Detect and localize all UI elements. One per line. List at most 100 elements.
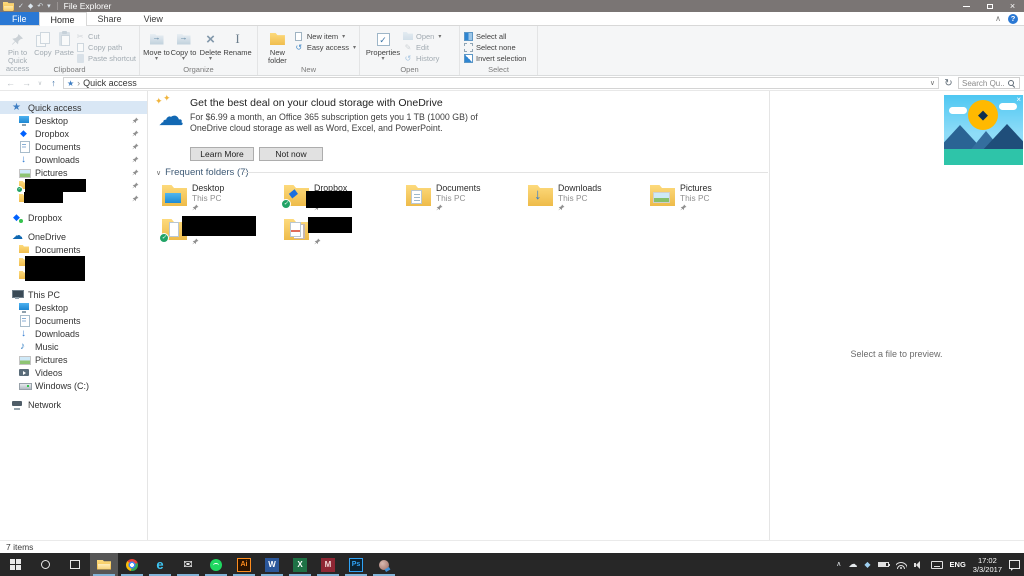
sidebar-item[interactable]: Music [0, 340, 147, 353]
sidebar-item[interactable]: Dropbox [0, 127, 147, 140]
onedrive-tray-icon[interactable]: ☁ [848, 553, 857, 576]
move-to-button[interactable]: Move to▾ [143, 28, 170, 62]
up-button[interactable]: ↑ [47, 78, 60, 88]
breadcrumb-location[interactable]: Quick access [83, 78, 137, 88]
not-now-button[interactable]: Not now [259, 147, 323, 161]
forward-button[interactable]: → [20, 78, 33, 88]
sidebar-item[interactable]: Documents [0, 243, 147, 256]
select-all-button[interactable]: Select all [463, 31, 526, 41]
battery-icon[interactable] [878, 562, 889, 567]
cut-button[interactable]: ✂Cut [75, 31, 136, 41]
history-button[interactable]: ↺History [403, 53, 441, 63]
tab-file[interactable]: File [0, 12, 39, 25]
tab-home[interactable]: Home [39, 12, 87, 26]
address-field[interactable]: ★ › Quick access ∨ [63, 77, 939, 89]
taskbar-app-button[interactable] [90, 553, 118, 576]
folder-tile[interactable]: Documents This PC [406, 182, 528, 215]
task-view-button[interactable] [60, 553, 90, 576]
folder-tile[interactable]: Downloads This PC [528, 182, 650, 215]
folder-tile[interactable]: Desktop This PC [162, 182, 284, 215]
maximize-button[interactable] [978, 0, 1001, 12]
folder-name: Downloads [558, 183, 602, 193]
sidebar-item[interactable]: Videos [0, 366, 147, 379]
sidebar-item[interactable]: Quick access [0, 101, 147, 114]
sidebar-item[interactable]: Desktop [0, 114, 147, 127]
help-icon[interactable]: ? [1008, 14, 1018, 24]
taskbar-app-button[interactable] [202, 553, 230, 576]
sidebar-item[interactable]: Downloads [0, 327, 147, 340]
clock[interactable]: 17:02 3/3/2017 [973, 556, 1002, 574]
frequent-folders-header[interactable]: ∨ Frequent folders (7) [156, 167, 249, 178]
folder-tile[interactable] [162, 216, 284, 249]
sidebar-item[interactable]: Pictures [0, 166, 147, 179]
properties-button[interactable]: ✓ Properties▾ [363, 28, 403, 62]
qat-new-folder-icon[interactable]: ◆ [28, 2, 33, 11]
ad-close-icon[interactable]: × [1016, 95, 1021, 104]
collapse-ribbon-icon[interactable]: ∧ [995, 14, 1001, 23]
sidebar-item[interactable]: Desktop [0, 301, 147, 314]
sidebar-item[interactable]: Windows (C:) [0, 379, 147, 392]
touch-keyboard-icon[interactable] [931, 561, 943, 569]
paste-shortcut-button[interactable]: Paste shortcut [75, 53, 136, 63]
copy-button[interactable]: Copy [32, 28, 53, 57]
copy-to-button[interactable]: Copy to▾ [170, 28, 197, 62]
search-box[interactable]: Search Qu... [958, 77, 1020, 89]
recent-locations-chevron[interactable]: ∨ [36, 80, 44, 87]
taskbar-app-button[interactable]: M [314, 553, 342, 576]
folder-tile[interactable]: Pictures This PC [650, 182, 772, 215]
select-none-button[interactable]: Select none [463, 42, 526, 52]
taskbar-app-button[interactable]: e [146, 553, 174, 576]
sidebar-item[interactable]: Network [0, 398, 147, 411]
folder-tile[interactable] [284, 216, 406, 249]
taskbar-app-button[interactable] [118, 553, 146, 576]
qat-properties-icon[interactable]: ✓ [18, 2, 24, 11]
address-dropdown-chevron[interactable]: ∨ [930, 79, 935, 87]
taskbar-app-button[interactable] [370, 553, 398, 576]
qat-customize-chevron-icon[interactable]: ▾ [47, 2, 51, 11]
dropbox-tray-icon[interactable]: ◆ [864, 553, 870, 576]
taskbar-app-button[interactable]: X [286, 553, 314, 576]
back-button[interactable]: ← [4, 78, 17, 88]
refresh-button[interactable]: ↻ [942, 78, 955, 89]
sidebar-item-icon [12, 102, 23, 113]
minimize-button[interactable] [955, 0, 978, 12]
taskbar-app-button[interactable]: Ps [342, 553, 370, 576]
sidebar-item[interactable]: This PC [0, 288, 147, 301]
new-item-button[interactable]: New item [294, 31, 356, 41]
tab-share[interactable]: Share [87, 12, 133, 25]
tray-expand-chevron-icon[interactable]: ∧ [836, 553, 841, 576]
wifi-icon[interactable] [896, 561, 907, 569]
taskbar-app-button[interactable]: ✉ [174, 553, 202, 576]
action-center-icon[interactable] [1009, 560, 1020, 569]
taskbar-app-button[interactable]: Ai [230, 553, 258, 576]
easy-access-button[interactable]: ↺Easy access [294, 42, 356, 52]
open-button[interactable]: Open [403, 31, 441, 41]
cortana-search-button[interactable] [30, 553, 60, 576]
taskbar-app-button[interactable]: W [258, 553, 286, 576]
sidebar-item[interactable]: Pictures [0, 353, 147, 366]
tab-view[interactable]: View [133, 12, 174, 25]
volume-icon[interactable] [914, 561, 924, 569]
sidebar-item[interactable] [0, 179, 147, 192]
sidebar-item[interactable]: Dropbox [0, 211, 147, 224]
sidebar-item[interactable]: Documents [0, 314, 147, 327]
sidebar-item[interactable] [0, 192, 147, 205]
copy-path-button[interactable]: Copy path [75, 42, 136, 52]
new-folder-button[interactable]: New folder [261, 28, 294, 65]
invert-selection-button[interactable]: Invert selection [463, 53, 526, 63]
sidebar-item[interactable]: Documents [0, 140, 147, 153]
qat-undo-icon[interactable]: ↶ [37, 2, 43, 11]
rename-button[interactable]: I Rename [224, 28, 251, 57]
paste-button[interactable]: Paste [54, 28, 75, 57]
learn-more-button[interactable]: Learn More [190, 147, 254, 161]
close-button[interactable]: × [1001, 0, 1024, 12]
sidebar-item[interactable]: Downloads [0, 153, 147, 166]
start-button[interactable] [0, 553, 30, 576]
sidebar-item[interactable]: OneDrive [0, 230, 147, 243]
sidebar-item[interactable] [0, 256, 147, 269]
edit-button[interactable]: ✎Edit [403, 42, 441, 52]
language-indicator[interactable]: ENG [950, 560, 966, 569]
folder-tile[interactable]: Dropbox [284, 182, 406, 215]
sidebar-item[interactable] [0, 269, 147, 282]
delete-button[interactable]: × Delete▾ [197, 28, 224, 62]
